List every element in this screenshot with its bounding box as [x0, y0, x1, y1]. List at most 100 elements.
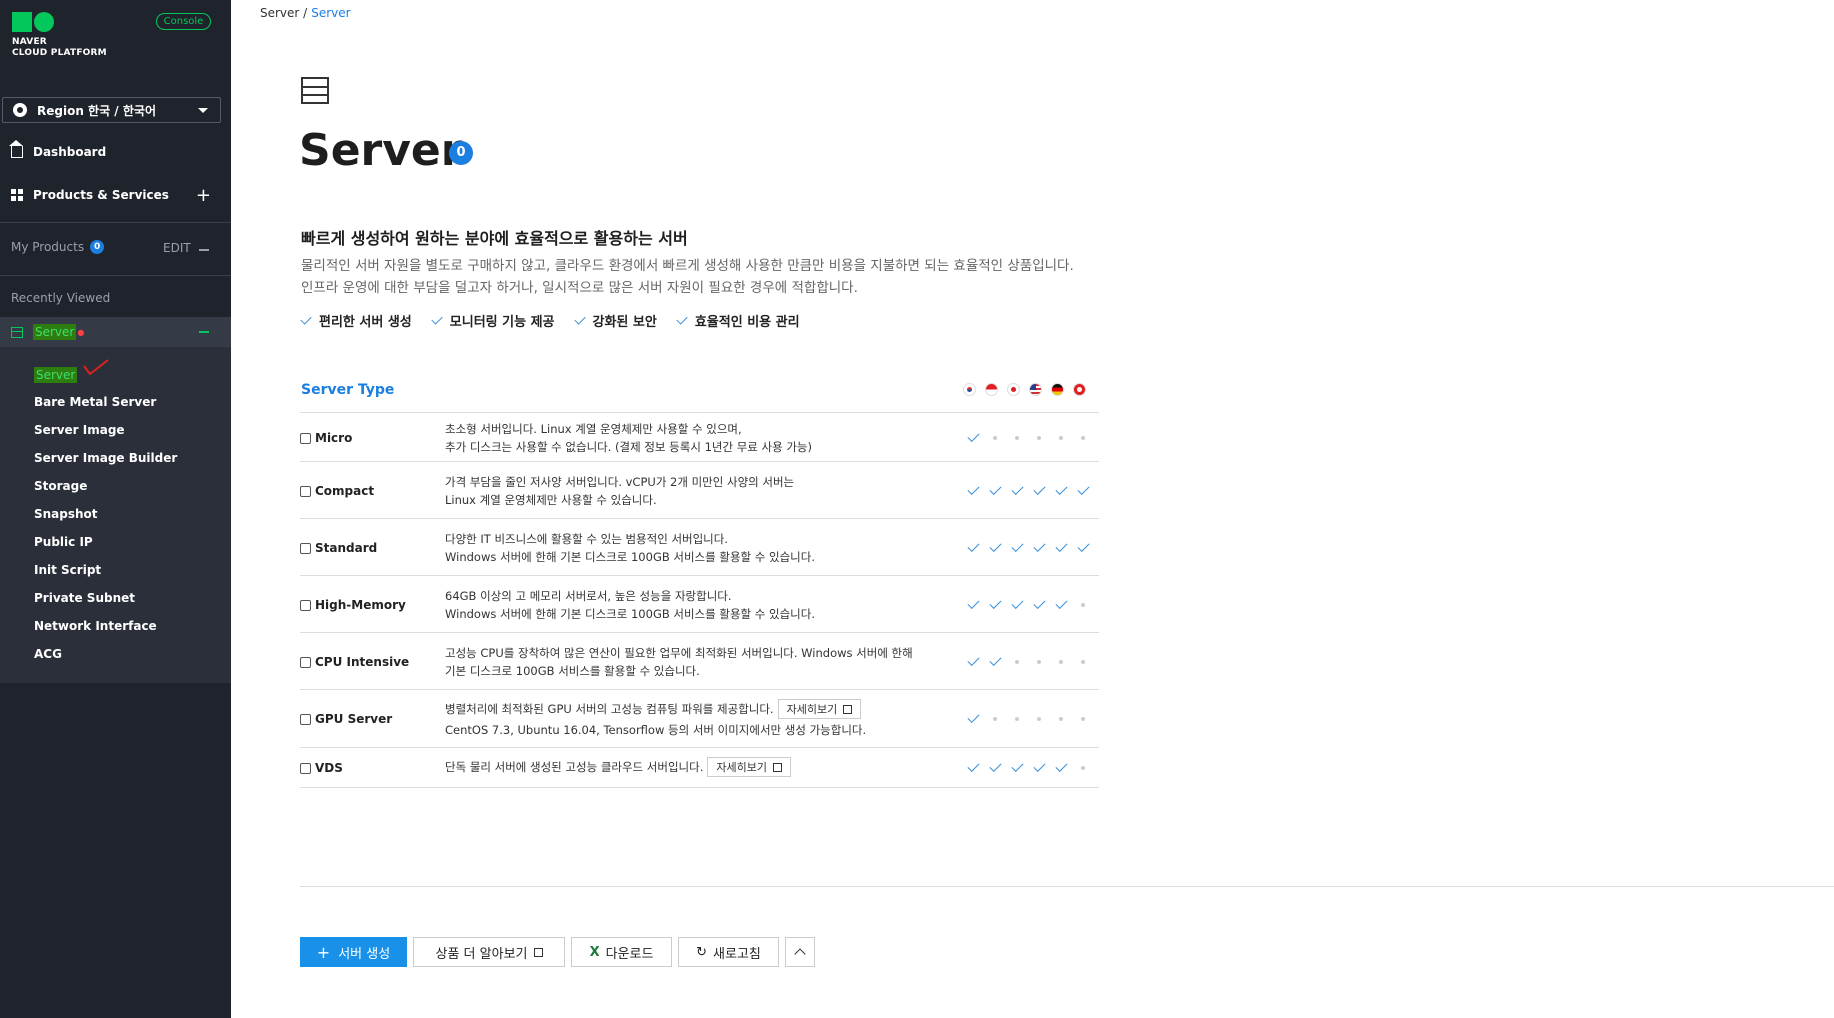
- nav-products-services[interactable]: Products & Services +: [0, 175, 231, 215]
- unavailable-dot-icon: [1053, 656, 1075, 668]
- sidebar-group-server[interactable]: Server ●: [0, 317, 231, 347]
- breadcrumb-parent[interactable]: Server /: [260, 6, 307, 20]
- server-type-desc: 초소형 서버입니다. Linux 계열 운영체제만 사용할 수 있으며,: [445, 422, 742, 436]
- content-divider: [300, 886, 1834, 887]
- home-icon: [9, 140, 23, 158]
- sidebar-item-storage[interactable]: Storage: [34, 479, 87, 493]
- server-type-label: Micro: [315, 431, 353, 445]
- unavailable-dot-icon: [1031, 656, 1053, 668]
- learn-more-button[interactable]: 상품 더 알아보기: [413, 937, 565, 967]
- region-availability: [965, 432, 1097, 444]
- feature-item: 편리한 서버 생성: [300, 311, 412, 330]
- server-type-desc: 단독 물리 서버에 생성된 고성능 클라우드 서버입니다. 자세히보기: [445, 757, 791, 777]
- nav-dashboard-label: Dashboard: [33, 145, 107, 159]
- region-availability: [965, 599, 1097, 611]
- collapse-server-icon[interactable]: [199, 331, 209, 333]
- brand-line2: CLOUD PLATFORM: [12, 48, 107, 58]
- page-description-line1: 물리적인 서버 자원을 별도로 구매하지 않고, 클라우드 환경에서 빠르게 생…: [301, 258, 1074, 274]
- unavailable-dot-icon: [1009, 656, 1031, 668]
- check-icon: [676, 313, 688, 325]
- my-products-count-badge: 0: [90, 240, 105, 254]
- server-type-desc: 병렬처리에 최적화된 GPU 서버의 고성능 컴퓨팅 파워를 제공합니다. 자세히…: [445, 699, 862, 719]
- detail-link-button[interactable]: 자세히보기: [777, 699, 862, 719]
- sidebar-divider: [0, 275, 231, 276]
- server-type-desc-text: 단독 물리 서버에 생성된 고성능 클라우드 서버입니다.: [445, 760, 704, 774]
- collapse-icon[interactable]: [199, 249, 209, 251]
- unavailable-dot-icon: [1075, 599, 1097, 611]
- edit-button[interactable]: EDIT: [163, 241, 191, 255]
- download-label: 다운로드: [605, 946, 654, 962]
- table-row: High-Memory 64GB 이상의 고 메모리 서버로서, 높은 성능을 …: [300, 575, 1099, 632]
- singapore-flag-icon: [985, 383, 998, 396]
- scroll-top-button[interactable]: [785, 937, 815, 967]
- available-check-icon: [965, 762, 987, 774]
- server-type-label: VDS: [315, 761, 343, 775]
- server-type-desc: Linux 계열 운영체제만 사용할 수 있습니다.: [445, 493, 657, 507]
- detail-link-button[interactable]: 자세히보기: [707, 757, 791, 777]
- brand-line1: NAVER: [12, 37, 47, 47]
- plus-icon[interactable]: +: [196, 185, 211, 206]
- server-type-table: Micro 초소형 서버입니다. Linux 계열 운영체제만 사용할 수 있으…: [300, 412, 1099, 788]
- server-type-name: GPU Server: [300, 712, 392, 726]
- region-availability: [965, 656, 1097, 668]
- sidebar-item-server-image[interactable]: Server Image: [34, 423, 125, 437]
- unavailable-dot-icon: [1009, 432, 1031, 444]
- sidebar-item-network-interface[interactable]: Network Interface: [34, 619, 157, 633]
- feature-label: 강화된 보안: [592, 315, 657, 330]
- external-link-icon: [772, 763, 782, 772]
- region-availability: [965, 542, 1097, 554]
- available-check-icon: [965, 599, 987, 611]
- sidebar-item-server[interactable]: Server: [34, 367, 78, 383]
- gpu-server-icon: [300, 713, 311, 725]
- available-check-icon: [987, 599, 1009, 611]
- console-badge[interactable]: Console: [156, 13, 211, 30]
- my-products[interactable]: My Products 0: [11, 240, 105, 254]
- sidebar-item-server-image-builder[interactable]: Server Image Builder: [34, 451, 177, 465]
- available-check-icon: [1031, 762, 1053, 774]
- region-selector[interactable]: Region 한국 / 한국어: [2, 97, 221, 123]
- unavailable-dot-icon: [1031, 713, 1053, 725]
- chevron-down-icon: [198, 108, 208, 113]
- available-check-icon: [987, 542, 1009, 554]
- naver-cloud-logo[interactable]: [12, 12, 56, 32]
- page-title: Server: [299, 125, 463, 176]
- feature-item: 모니터링 기능 제공: [431, 311, 555, 330]
- refresh-icon: ↻: [696, 944, 708, 960]
- region-flags: [963, 383, 1095, 396]
- sidebar-item-public-ip[interactable]: Public IP: [34, 535, 93, 549]
- nav-products-label: Products & Services: [33, 188, 169, 202]
- server-type-desc: Windows 서버에 한해 기본 디스크로 100GB 서비스를 활용할 수 …: [445, 607, 815, 621]
- sidebar-item-private-subnet[interactable]: Private Subnet: [34, 591, 135, 605]
- available-check-icon: [1053, 542, 1075, 554]
- sidebar-item-acg[interactable]: ACG: [34, 647, 62, 661]
- region-availability: [965, 762, 1097, 774]
- high-memory-icon: [300, 599, 311, 611]
- server-type-desc-text: 병렬처리에 최적화된 GPU 서버의 고성능 컴퓨팅 파워를 제공합니다.: [445, 702, 774, 716]
- breadcrumb-current[interactable]: Server: [311, 6, 350, 20]
- sidebar-item-bare-metal[interactable]: Bare Metal Server: [34, 395, 156, 409]
- server-type-name: Standard: [300, 541, 377, 555]
- unavailable-dot-icon: [1053, 713, 1075, 725]
- sidebar-item-snapshot[interactable]: Snapshot: [34, 507, 98, 521]
- breadcrumb: Server / Server: [260, 6, 351, 20]
- available-check-icon: [1009, 542, 1031, 554]
- standard-icon: [300, 542, 311, 554]
- nav-dashboard[interactable]: Dashboard: [0, 132, 231, 172]
- refresh-button[interactable]: ↻ 새로고침: [678, 937, 779, 967]
- unavailable-dot-icon: [987, 713, 1009, 725]
- learn-more-label: 상품 더 알아보기: [435, 946, 528, 962]
- sidebar-item-init-script[interactable]: Init Script: [34, 563, 101, 577]
- server-type-desc: 64GB 이상의 고 메모리 서버로서, 높은 성능을 자랑합니다.: [445, 589, 732, 603]
- available-check-icon: [1053, 762, 1075, 774]
- table-row: Micro 초소형 서버입니다. Linux 계열 운영체제만 사용할 수 있으…: [300, 412, 1099, 461]
- title-count-badge: 0: [449, 141, 473, 165]
- chevron-up-icon: [794, 948, 806, 960]
- vds-icon: [300, 762, 311, 774]
- korea-flag-icon: [963, 383, 976, 396]
- available-check-icon: [1053, 485, 1075, 497]
- server-type-title: Server Type: [301, 382, 395, 398]
- refresh-label: 새로고침: [713, 946, 761, 962]
- create-server-button[interactable]: + 서버 생성: [300, 937, 407, 967]
- download-button[interactable]: X 다운로드: [571, 937, 672, 967]
- recently-viewed-label: Recently Viewed: [11, 291, 111, 305]
